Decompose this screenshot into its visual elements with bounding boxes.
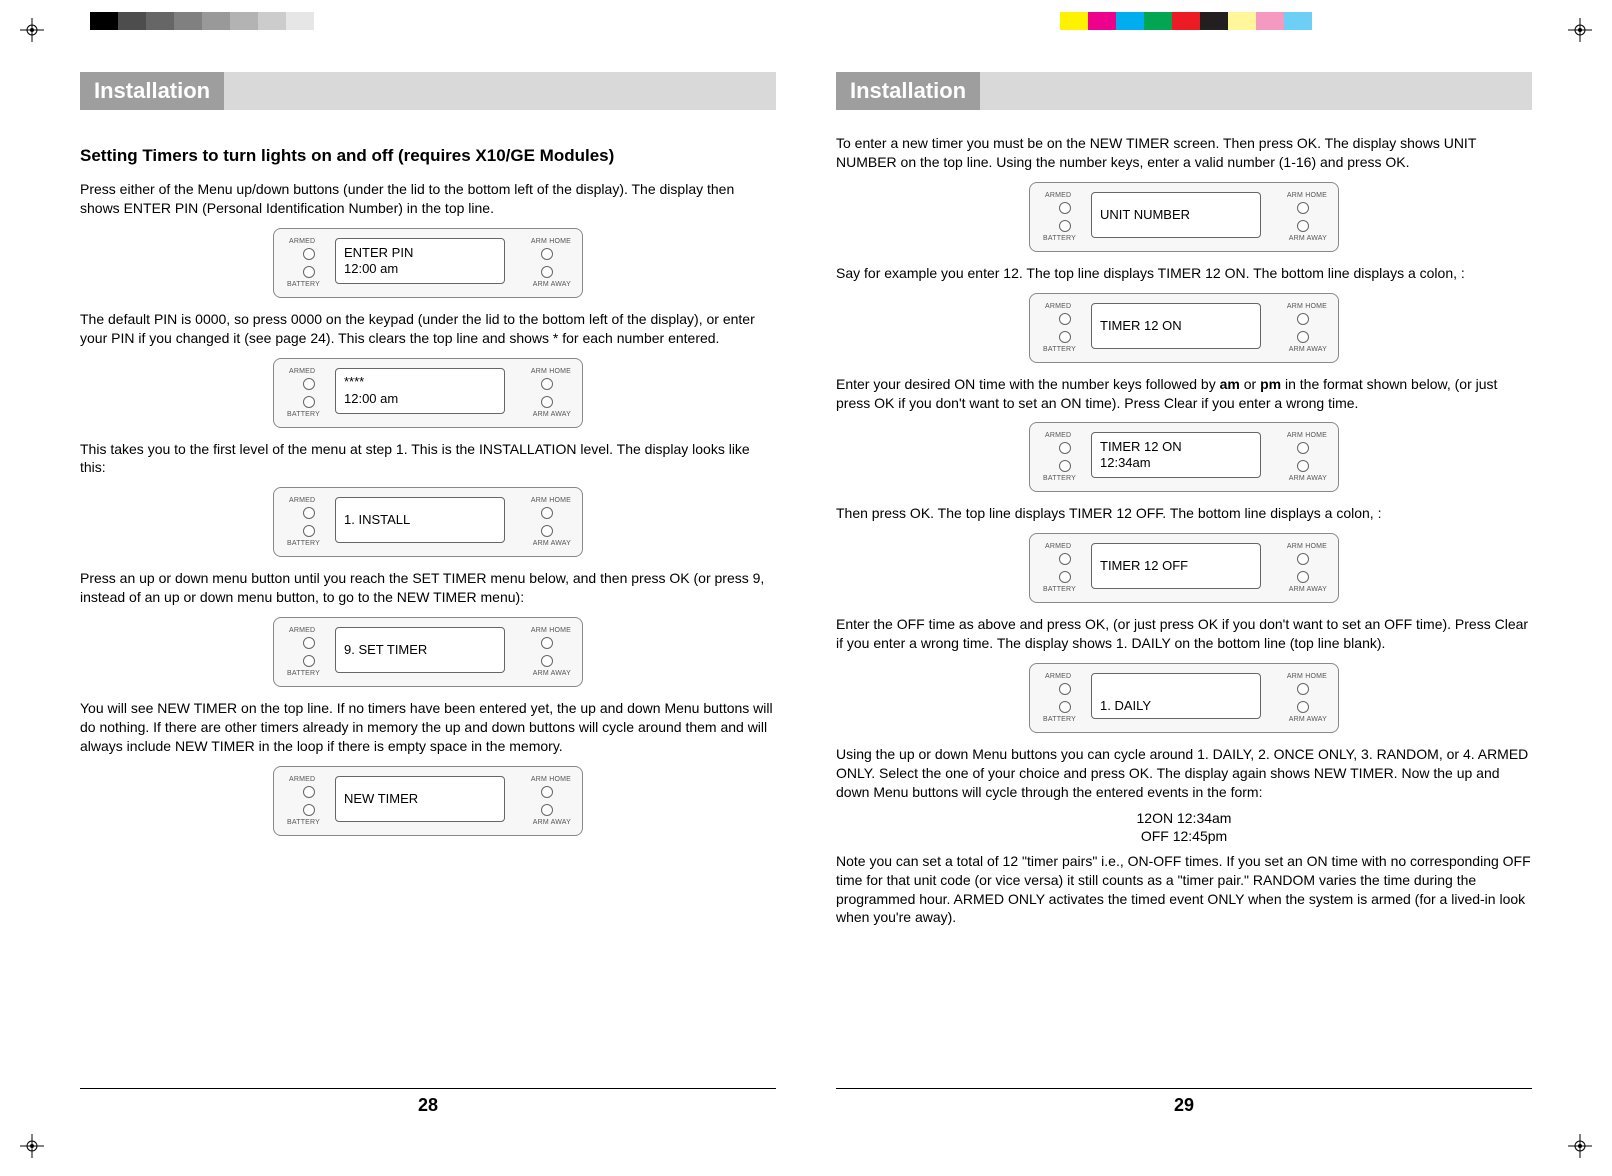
lcd-screen: ENTER PIN 12:00 am [335, 238, 505, 284]
color-swatch [230, 12, 258, 30]
lcd-illustration: ARMED BATTERY ARM HOME ARM AWAY 1. DAILY [836, 663, 1532, 733]
led-icon [541, 248, 553, 260]
cmyk-color-bar [1060, 12, 1312, 30]
lcd-label-armaway: ARM AWAY [533, 281, 571, 288]
lcd-illustration: ARMED BATTERY ARM HOME ARM AWAY ENTER PI… [80, 228, 776, 298]
lcd-screen: 1. DAILY [1091, 673, 1261, 719]
led-icon [1059, 331, 1071, 343]
lcd-screen: 1. INSTALL [335, 497, 505, 543]
body-text: Press either of the Menu up/down buttons… [80, 180, 776, 218]
led-icon [541, 266, 553, 278]
color-swatch [1172, 12, 1200, 30]
color-swatch [202, 12, 230, 30]
color-swatch [314, 12, 342, 30]
led-icon [1059, 220, 1071, 232]
body-text: To enter a new timer you must be on the … [836, 134, 1532, 172]
led-icon [1059, 313, 1071, 325]
body-text: Note you can set a total of 12 "timer pa… [836, 852, 1532, 928]
lcd-label-battery: BATTERY [287, 281, 320, 288]
lcd-screen: TIMER 12 OFF [1091, 543, 1261, 589]
led-icon [1297, 313, 1309, 325]
lcd-illustration: ARMED BATTERY ARM HOME ARM AWAY NEW TIME… [80, 766, 776, 836]
color-swatch [174, 12, 202, 30]
body-text: This takes you to the first level of the… [80, 440, 776, 478]
color-swatch [1088, 12, 1116, 30]
led-icon [303, 396, 315, 408]
page-rule [80, 1088, 776, 1089]
lcd-illustration: ARMED BATTERY ARM HOME ARM AWAY TIMER 12… [836, 293, 1532, 363]
lcd-screen: NEW TIMER [335, 776, 505, 822]
led-icon [1297, 220, 1309, 232]
section-title: Installation [80, 72, 224, 110]
lcd-screen: TIMER 12 ON [1091, 303, 1261, 349]
body-text: Press an up or down menu button until yo… [80, 569, 776, 607]
body-text: The default PIN is 0000, so press 0000 o… [80, 310, 776, 348]
page-right: Installation To enter a new timer you mu… [836, 72, 1532, 1116]
body-text: Using the up or down Menu buttons you ca… [836, 745, 1532, 802]
led-icon [303, 786, 315, 798]
lcd-illustration: ARMED BATTERY ARM HOME ARM AWAY 1. INSTA… [80, 487, 776, 557]
example-event-line: OFF 12:45pm [836, 828, 1532, 844]
lcd-label-armed: ARMED [289, 238, 315, 245]
led-icon [303, 804, 315, 816]
color-swatch [1256, 12, 1284, 30]
lcd-illustration: ARMED BATTERY ARM HOME ARM AWAY UNIT NUM… [836, 182, 1532, 252]
lcd-illustration: ARMED BATTERY ARM HOME ARM AWAY **** 12:… [80, 358, 776, 428]
color-swatch [90, 12, 118, 30]
color-swatch [1228, 12, 1256, 30]
body-text: Enter your desired ON time with the numb… [836, 375, 1532, 413]
led-icon [303, 266, 315, 278]
lcd-screen: TIMER 12 ON 12:34am [1091, 432, 1261, 478]
color-swatch [1060, 12, 1088, 30]
color-swatch [146, 12, 174, 30]
body-text: Say for example you enter 12. The top li… [836, 264, 1532, 283]
registration-mark-icon [20, 18, 44, 42]
lcd-illustration: ARMED BATTERY ARM HOME ARM AWAY TIMER 12… [836, 533, 1532, 603]
example-event-line: 12ON 12:34am [836, 810, 1532, 826]
led-icon [303, 378, 315, 390]
led-icon [303, 248, 315, 260]
page-rule [836, 1088, 1532, 1089]
lcd-screen: UNIT NUMBER [1091, 192, 1261, 238]
color-swatch [1200, 12, 1228, 30]
color-swatch [1116, 12, 1144, 30]
led-icon [1297, 202, 1309, 214]
page-number: 28 [80, 1095, 776, 1116]
registration-mark-icon [1568, 18, 1592, 42]
body-text: You will see NEW TIMER on the top line. … [80, 699, 776, 756]
body-text: Enter the OFF time as above and press OK… [836, 615, 1532, 653]
color-swatch [286, 12, 314, 30]
page-left: Installation Setting Timers to turn ligh… [80, 72, 776, 1116]
section-subtitle: Setting Timers to turn lights on and off… [80, 146, 776, 166]
led-icon [1059, 202, 1071, 214]
led-icon [1297, 331, 1309, 343]
lcd-illustration: ARMED BATTERY ARM HOME ARM AWAY 9. SET T… [80, 617, 776, 687]
lcd-screen: 9. SET TIMER [335, 627, 505, 673]
color-swatch [1284, 12, 1312, 30]
led-icon [541, 786, 553, 798]
lcd-label-armhome: ARM HOME [531, 238, 571, 245]
page-number: 29 [836, 1095, 1532, 1116]
lcd-screen: **** 12:00 am [335, 368, 505, 414]
registration-mark-icon [20, 1134, 44, 1158]
lcd-illustration: ARMED BATTERY ARM HOME ARM AWAY TIMER 12… [836, 422, 1532, 492]
color-swatch [118, 12, 146, 30]
color-swatch [258, 12, 286, 30]
color-swatch [1144, 12, 1172, 30]
registration-mark-icon [1568, 1134, 1592, 1158]
led-icon [541, 378, 553, 390]
section-header: Installation [80, 72, 776, 110]
led-icon [541, 804, 553, 816]
page-spread: Installation Setting Timers to turn ligh… [80, 72, 1532, 1116]
body-text: Then press OK. The top line displays TIM… [836, 504, 1532, 523]
grayscale-color-bar [90, 12, 342, 30]
led-icon [541, 396, 553, 408]
section-title: Installation [836, 72, 980, 110]
section-header: Installation [836, 72, 1532, 110]
